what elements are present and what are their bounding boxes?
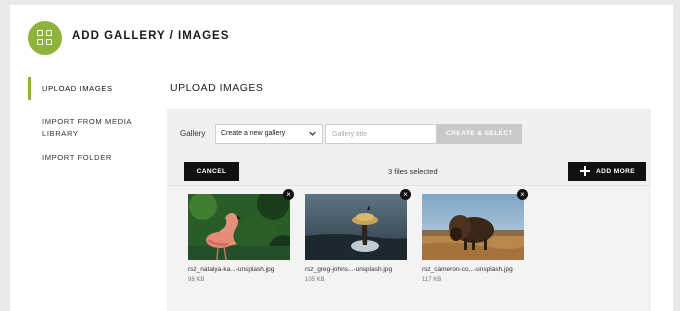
sidebar-item-label: LIBRARY	[42, 129, 79, 138]
sidebar-item-label: IMPORT FROM MEDIA	[42, 117, 133, 126]
gallery-title-input[interactable]	[325, 124, 437, 144]
section-title: UPLOAD IMAGES	[170, 82, 264, 94]
gallery-select[interactable]: Create a new gallery	[215, 124, 323, 144]
add-more-label: ADD MORE	[596, 168, 636, 175]
file-list: × rsz_natalya-ka...-unsplash.jpg 98 KB ×…	[167, 185, 651, 311]
remove-file-button[interactable]: ×	[400, 189, 411, 200]
gallery-select-value: Create a new gallery	[221, 130, 286, 137]
file-name: rsz_cameron-co...-unsplash.jpg	[422, 266, 513, 273]
page-title: ADD GALLERY / IMAGES	[72, 30, 230, 42]
remove-file-button[interactable]: ×	[517, 189, 528, 200]
active-indicator	[28, 77, 31, 100]
add-more-button[interactable]: ADD MORE	[568, 162, 646, 181]
upload-form: Gallery Create a new gallery CREATE & SE…	[167, 109, 651, 311]
chevron-down-icon	[309, 131, 316, 136]
file-thumbnail	[188, 194, 290, 260]
sidebar-item-import-media-library[interactable]: IMPORT FROM MEDIA LIBRARY	[42, 116, 132, 140]
file-thumbnail	[305, 194, 407, 260]
files-selected-count: 3 files selected	[388, 167, 438, 176]
plus-icon	[580, 166, 590, 176]
file-name: rsz_natalya-ka...-unsplash.jpg	[188, 266, 275, 273]
file-size: 98 KB	[188, 277, 205, 283]
file-size: 117 KB	[422, 277, 442, 283]
main-panel: ADD GALLERY / IMAGES UPLOAD IMAGES IMPOR…	[10, 5, 673, 311]
cancel-button[interactable]: CANCEL	[184, 162, 239, 181]
file-name: rsz_greg-johns...-unsplash.jpg	[305, 266, 393, 273]
sidebar-item-import-folder[interactable]: IMPORT FOLDER	[42, 152, 112, 164]
sidebar-item-upload-images[interactable]: UPLOAD IMAGES	[42, 83, 113, 95]
gallery-grid-icon	[28, 21, 62, 55]
gallery-label: Gallery	[180, 129, 206, 138]
file-size: 105 KB	[305, 277, 325, 283]
create-select-button[interactable]: CREATE & SELECT	[437, 124, 522, 144]
file-thumbnail	[422, 194, 524, 260]
remove-file-button[interactable]: ×	[283, 189, 294, 200]
